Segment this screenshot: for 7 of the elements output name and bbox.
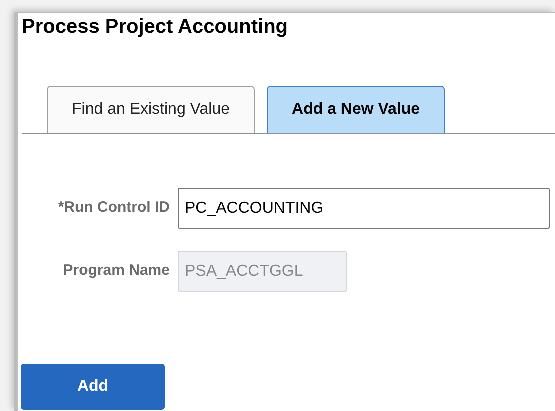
field-label: Program Name [62,261,171,282]
add-button[interactable]: Add [21,364,165,410]
page-title: Process Project Accounting [22,15,288,40]
tab[interactable]: Add a New Value [267,86,446,133]
text-field[interactable]: PC_ACCOUNTING [178,188,550,229]
tab[interactable]: Find an Existing Value [47,86,256,133]
field-label: *Run Control ID [57,198,171,218]
